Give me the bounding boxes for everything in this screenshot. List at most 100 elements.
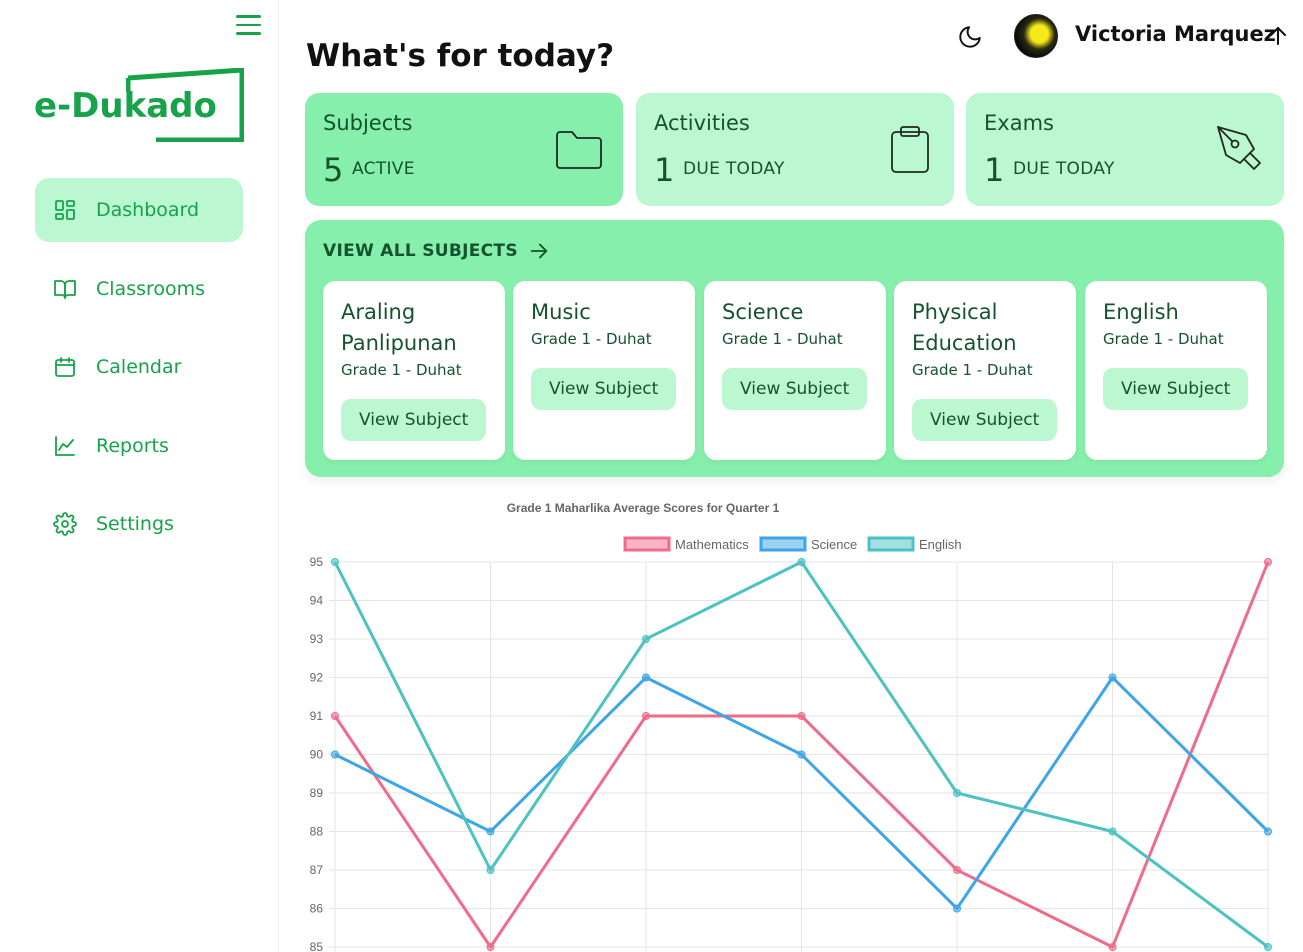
y-tick-label: 91 (310, 709, 324, 723)
clipboard-icon (884, 123, 936, 175)
brand-logo: e-Dukado (34, 66, 249, 146)
data-point (797, 750, 806, 759)
subject-grade: Grade 1 - Duhat (341, 361, 462, 379)
data-point (331, 712, 339, 720)
data-point (486, 943, 495, 951)
sidebar-item-calendar[interactable]: Calendar (35, 335, 243, 399)
view-subject-button[interactable]: View Subject (1103, 368, 1249, 410)
stat-card-activities[interactable]: Activities 1 DUE TODAY (636, 93, 954, 206)
data-point (797, 558, 806, 566)
data-point (486, 866, 495, 874)
y-tick-label: 93 (310, 632, 324, 646)
data-point (1108, 827, 1117, 836)
subject-card: Music Grade 1 - Duhat View Subject (513, 281, 695, 460)
view-all-subjects-link[interactable]: VIEW ALL SUBJECTS (323, 240, 550, 262)
legend-swatch (623, 536, 671, 552)
chart-line-icon (52, 433, 78, 459)
sidebar: e-Dukado Dashboard Classrooms Calendar R… (0, 0, 279, 952)
data-point (953, 789, 961, 797)
subject-name: Physical Education (912, 300, 1017, 355)
legend-label: English (919, 537, 962, 552)
stat-card-exams[interactable]: Exams 1 DUE TODAY (966, 93, 1284, 206)
data-point (1108, 943, 1117, 951)
legend-swatch (867, 536, 915, 552)
sidebar-item-label: Dashboard (96, 199, 200, 221)
stat-count: 5 (323, 151, 344, 189)
legend-swatch (759, 536, 807, 552)
data-point (1264, 943, 1272, 951)
subject-card: Physical Education Grade 1 - Duhat View … (894, 281, 1076, 460)
y-tick-label: 87 (310, 863, 324, 877)
book-open-icon (52, 276, 78, 302)
subject-name: English (1103, 300, 1179, 324)
data-point (642, 673, 650, 682)
data-point (953, 904, 961, 913)
sidebar-item-label: Calendar (96, 356, 182, 378)
subject-grade: Grade 1 - Duhat (722, 330, 843, 348)
subject-grade: Grade 1 - Duhat (531, 330, 652, 348)
stat-count: 1 (654, 151, 675, 189)
chart-title: Grade 1 Maharlika Average Scores for Qua… (507, 501, 780, 515)
subject-grade: Grade 1 - Duhat (1103, 330, 1224, 348)
sidebar-item-dashboard[interactable]: Dashboard (35, 178, 243, 242)
hamburger-menu-icon[interactable] (236, 15, 261, 37)
subject-name: Music (531, 300, 591, 324)
y-tick-label: 90 (310, 748, 324, 762)
y-tick-label: 92 (310, 671, 324, 685)
data-point (1264, 827, 1272, 836)
brand-name: e-Dukado (34, 86, 217, 126)
stat-card-subjects[interactable]: Subjects 5 ACTIVE (305, 93, 623, 206)
sidebar-item-classrooms[interactable]: Classrooms (35, 257, 243, 321)
view-subject-button[interactable]: View Subject (912, 399, 1058, 441)
sidebar-item-label: Settings (96, 513, 174, 535)
stat-label: DUE TODAY (683, 159, 785, 179)
data-point (331, 750, 339, 759)
legend-label: Science (811, 537, 857, 552)
calendar-icon (52, 354, 78, 380)
moon-icon[interactable] (957, 24, 983, 50)
data-point (642, 712, 650, 720)
data-point (953, 866, 961, 874)
subject-name: Araling Panlipunan (341, 300, 457, 355)
y-tick-label: 89 (310, 786, 324, 800)
y-tick-label: 94 (310, 594, 324, 608)
sidebar-item-label: Reports (96, 434, 169, 457)
stat-count: 1 (984, 151, 1005, 189)
arrow-up-icon[interactable] (1266, 24, 1290, 48)
subject-card: Araling Panlipunan Grade 1 - Duhat View … (323, 281, 505, 460)
legend-label: Mathematics (675, 537, 749, 552)
y-tick-label: 85 (310, 940, 324, 952)
subject-grade: Grade 1 - Duhat (912, 361, 1033, 379)
data-point (797, 712, 806, 720)
y-tick-label: 86 (310, 902, 324, 916)
subject-name: Science (722, 300, 804, 324)
view-subject-button[interactable]: View Subject (341, 399, 487, 441)
y-tick-label: 88 (310, 825, 324, 839)
view-all-label: VIEW ALL SUBJECTS (323, 241, 518, 261)
subject-card: Science Grade 1 - Duhat View Subject (704, 281, 886, 460)
scores-line-chart: Grade 1 Maharlika Average Scores for Qua… (310, 501, 1272, 952)
stat-label: DUE TODAY (1013, 159, 1115, 179)
folder-icon (553, 123, 605, 175)
sidebar-item-label: Classrooms (96, 277, 206, 300)
subject-card: English Grade 1 - Duhat View Subject (1085, 281, 1267, 460)
sidebar-item-reports[interactable]: Reports (35, 414, 243, 478)
pen-nib-icon (1214, 123, 1266, 175)
page-title: What's for today? (306, 38, 615, 74)
data-point (486, 827, 495, 836)
subjects-panel: VIEW ALL SUBJECTS Araling Panlipunan Gra… (305, 220, 1284, 477)
y-tick-label: 95 (310, 555, 324, 569)
sidebar-nav: Dashboard Classrooms Calendar Reports Se… (35, 178, 243, 571)
arrow-right-icon (530, 243, 548, 259)
view-subject-button[interactable]: View Subject (722, 368, 868, 410)
avatar[interactable] (1014, 14, 1058, 58)
data-point (331, 558, 339, 566)
sidebar-item-settings[interactable]: Settings (35, 492, 243, 556)
view-subject-button[interactable]: View Subject (531, 368, 677, 410)
data-point (642, 635, 650, 643)
stat-label: ACTIVE (352, 159, 415, 179)
dashboard-grid-icon (52, 197, 78, 223)
gear-icon (52, 511, 78, 537)
data-point (1264, 558, 1272, 566)
user-name[interactable]: Victoria Marquez (1075, 22, 1276, 46)
